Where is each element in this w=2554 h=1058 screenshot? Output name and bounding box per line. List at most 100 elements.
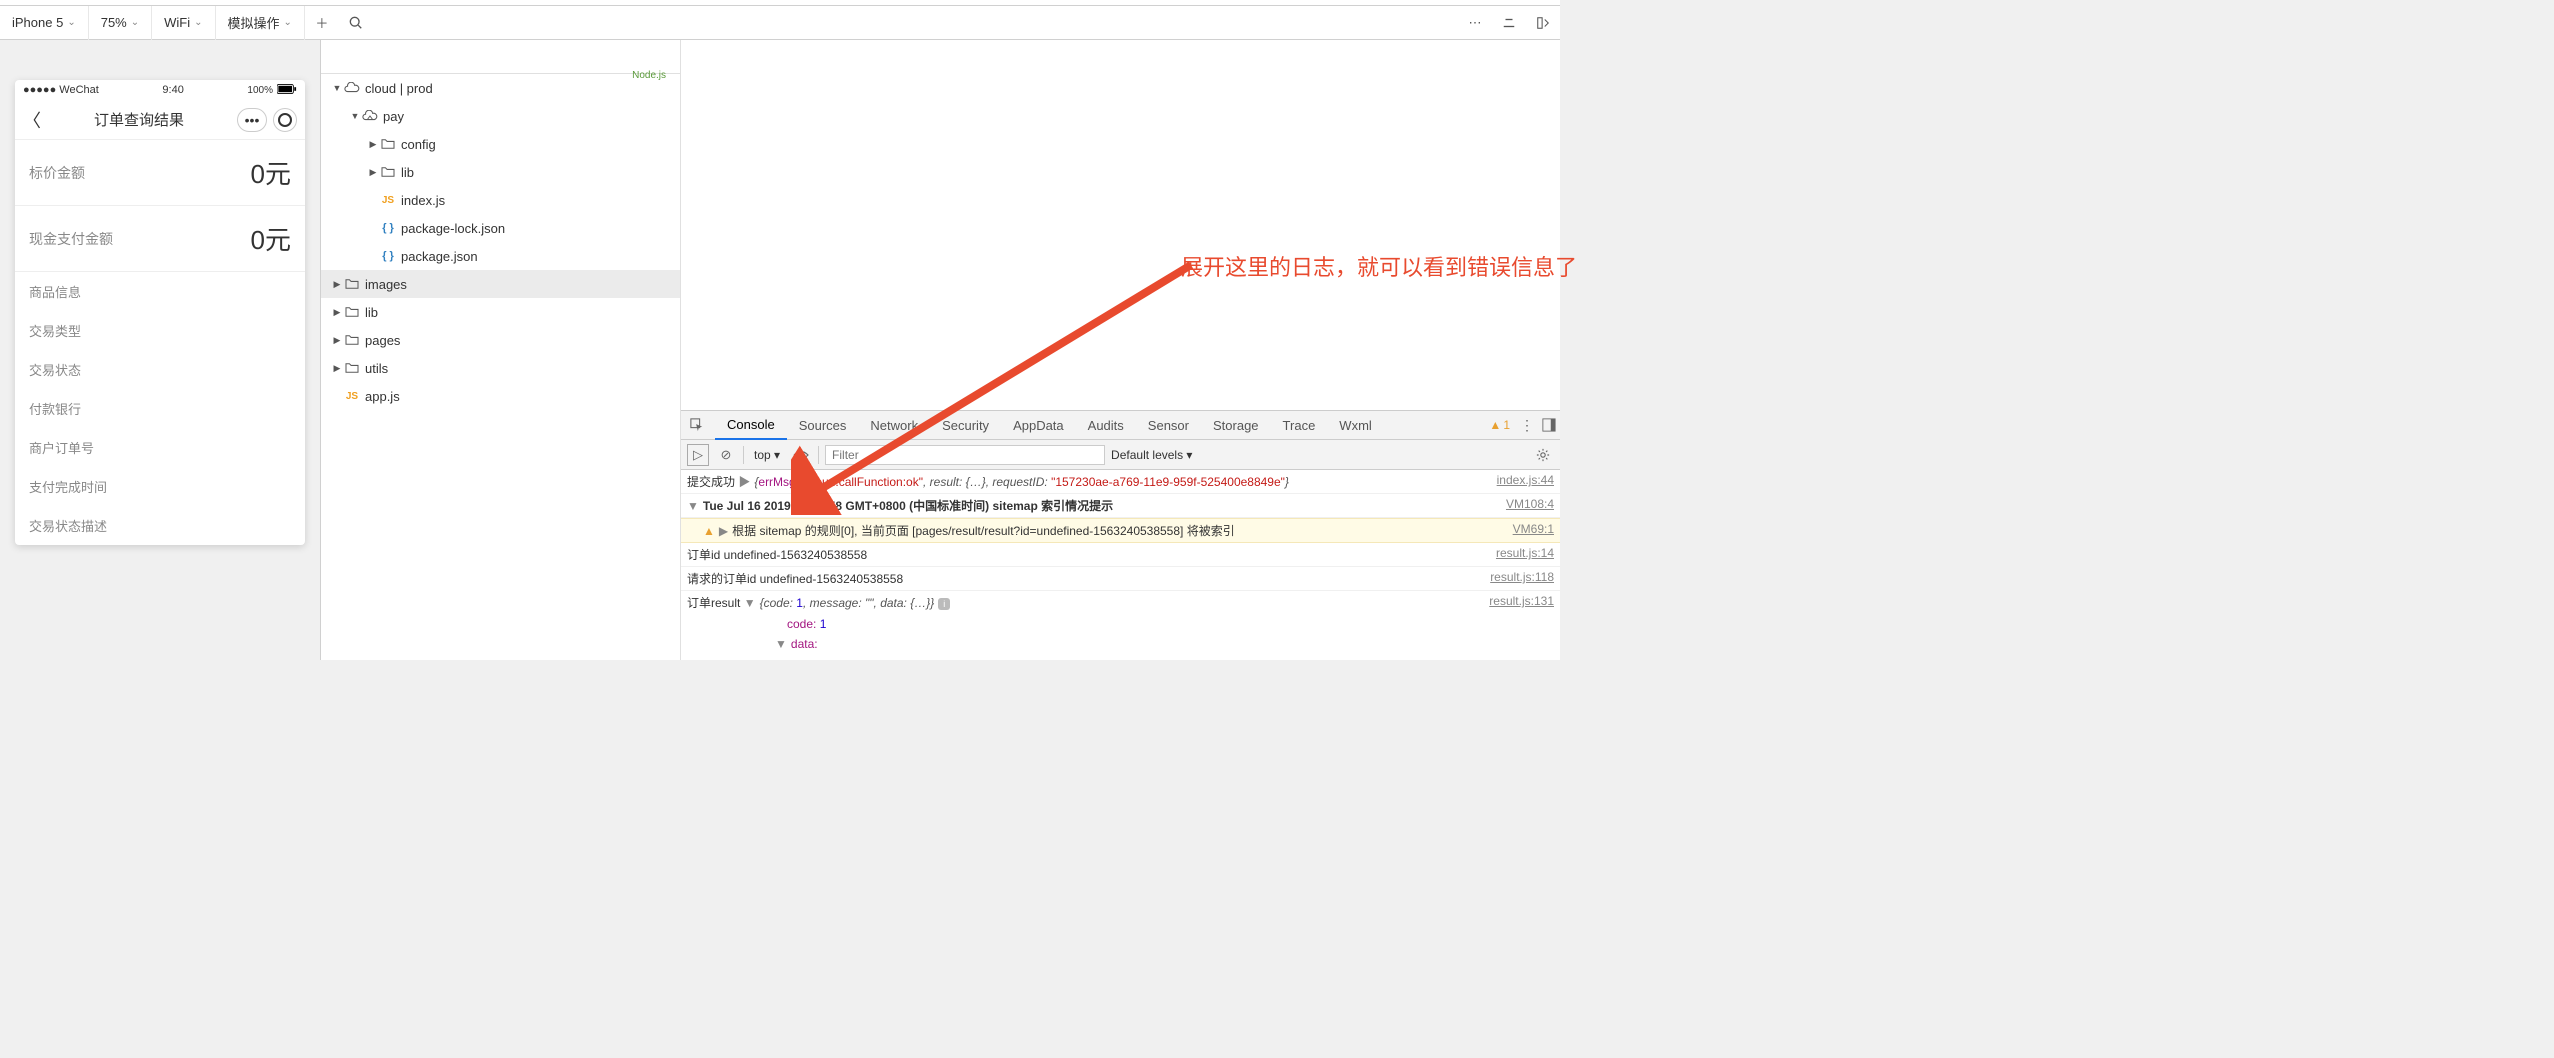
console-row[interactable]: 订单result ▼{code: 1, message: "", data: {… xyxy=(681,591,1560,614)
devtools-tab-trace[interactable]: Trace xyxy=(1271,410,1328,440)
tree-item[interactable]: ▶lib xyxy=(321,298,680,326)
add-tab-button[interactable]: ＋ xyxy=(305,6,339,40)
devtools-tab-security[interactable]: Security xyxy=(930,410,1001,440)
split-icon[interactable] xyxy=(1492,6,1526,40)
console-row[interactable]: 请求的订单id undefined-1563240538558 result.j… xyxy=(681,567,1560,591)
warning-icon: ▲ xyxy=(703,524,715,538)
more-icon[interactable]: ⋯ xyxy=(1458,6,1492,40)
devtools-tab-appdata[interactable]: AppData xyxy=(1001,410,1076,440)
capsule-menu-button[interactable]: ••• xyxy=(237,108,267,132)
editor-area: 展开这里的日志，就可以看到错误信息了 xyxy=(681,40,1560,410)
more-icon[interactable]: ⋮ xyxy=(1516,414,1538,436)
tree-expand-icon[interactable]: ▶ xyxy=(331,279,343,290)
annotation-label: 展开这里的日志，就可以看到错误信息了 xyxy=(1181,250,1577,282)
clear-console-icon[interactable]: ⊘ xyxy=(715,444,737,466)
tree-item[interactable]: JSapp.js xyxy=(321,382,680,410)
devtools-tab-network[interactable]: Network xyxy=(858,410,930,440)
row-label: 现金支付金额 xyxy=(29,229,113,249)
source-link[interactable]: VM108:4 xyxy=(1506,497,1554,511)
devtools-tab-storage[interactable]: Storage xyxy=(1201,410,1271,440)
tree-item[interactable]: ▶lib xyxy=(321,158,680,186)
expand-icon[interactable]: ▶ xyxy=(719,524,728,538)
amount-row: 标价金额0元 xyxy=(15,140,305,206)
expand-icon[interactable]: ▼ xyxy=(687,499,699,513)
devtools-tab-audits[interactable]: Audits xyxy=(1076,410,1136,440)
console-row[interactable]: ▼data: xyxy=(681,634,1560,654)
battery-icon xyxy=(277,84,297,97)
network-selector[interactable]: WiFi⌄ xyxy=(152,6,215,40)
devtools-tab-wxml[interactable]: Wxml xyxy=(1327,410,1384,440)
expand-icon[interactable]: ▼ xyxy=(775,637,787,651)
layout-icon[interactable] xyxy=(1526,6,1560,40)
tree-item[interactable]: ▶pages xyxy=(321,326,680,354)
simulator-panel: ●●●●● WeChat 9:40 100% 〈 订单查询结果 ••• 标价金额… xyxy=(0,40,320,660)
tree-item[interactable]: ▶utils xyxy=(321,354,680,382)
info-icon[interactable]: i xyxy=(938,598,950,610)
console-row[interactable]: 订单id undefined-1563240538558 result.js:1… xyxy=(681,543,1560,567)
devtools-tab-console[interactable]: Console xyxy=(715,410,787,440)
tree-item[interactable]: { }package-lock.json xyxy=(321,214,680,242)
tree-expand-icon[interactable]: ▼ xyxy=(349,111,361,121)
eye-icon[interactable] xyxy=(790,444,812,466)
levels-selector[interactable]: Default levels ▾ xyxy=(1111,448,1192,462)
tree-item[interactable]: JSindex.js xyxy=(321,186,680,214)
tree-item[interactable]: ▼ pay xyxy=(321,102,680,130)
settings-gear-icon[interactable] xyxy=(1532,444,1554,466)
expand-icon[interactable]: ▼ xyxy=(744,596,756,610)
tree-item-label: cloud | prod xyxy=(365,81,433,96)
nodejs-badge: Node.js xyxy=(632,70,666,81)
nav-bar: 〈 订单查询结果 ••• xyxy=(15,100,305,140)
mock-selector[interactable]: 模拟操作⌄ xyxy=(216,6,305,40)
play-icon[interactable]: ▷ xyxy=(687,444,709,466)
folder-icon xyxy=(343,306,361,318)
devtools-tabs: ConsoleSourcesNetworkSecurityAppDataAudi… xyxy=(681,410,1560,440)
device-selector[interactable]: iPhone 5⌄ xyxy=(0,6,89,40)
dock-icon[interactable] xyxy=(1538,414,1560,436)
chevron-down-icon: ⌄ xyxy=(67,17,75,28)
source-link[interactable]: result.js:14 xyxy=(1496,546,1554,560)
explorer-toolbar xyxy=(321,40,680,74)
tree-item-label: package-lock.json xyxy=(401,221,505,236)
console-row[interactable]: code: 1 xyxy=(681,614,1560,634)
phone-preview: ●●●●● WeChat 9:40 100% 〈 订单查询结果 ••• 标价金额… xyxy=(15,80,305,545)
json-icon: { } xyxy=(379,250,397,262)
tree-expand-icon[interactable]: ▶ xyxy=(367,139,379,150)
chevron-down-icon: ⌄ xyxy=(131,17,139,28)
tree-expand-icon[interactable]: ▶ xyxy=(331,363,343,374)
tree-item-label: pay xyxy=(383,109,404,124)
info-row: 交易类型 xyxy=(15,311,305,350)
context-selector[interactable]: top ▾ xyxy=(750,446,784,464)
tree-item[interactable]: { }package.json xyxy=(321,242,680,270)
devtools-tab-sources[interactable]: Sources xyxy=(787,410,859,440)
source-link[interactable]: result.js:131 xyxy=(1489,594,1554,608)
capsule-close-button[interactable] xyxy=(273,108,297,132)
source-link[interactable]: index.js:44 xyxy=(1497,473,1554,487)
source-link[interactable]: result.js:118 xyxy=(1490,570,1554,584)
chevron-down-icon: ⌄ xyxy=(284,17,292,28)
console-row-warning[interactable]: ▲▶根据 sitemap 的规则[0], 当前页面 [pages/result/… xyxy=(681,518,1560,543)
back-button[interactable]: 〈 xyxy=(23,107,41,133)
console-row[interactable]: 提交成功 ▶{errMsg: "cloud.callFunction:ok", … xyxy=(681,470,1560,494)
tree-item[interactable]: ▶images xyxy=(321,270,680,298)
row-value: 0元 xyxy=(251,154,291,191)
tree-expand-icon[interactable]: ▶ xyxy=(331,335,343,346)
tree-item[interactable]: ▼ cloud | prod xyxy=(321,74,680,102)
console-output[interactable]: 提交成功 ▶{errMsg: "cloud.callFunction:ok", … xyxy=(681,470,1560,660)
tree-expand-icon[interactable]: ▼ xyxy=(331,83,343,93)
tree-expand-icon[interactable]: ▶ xyxy=(367,167,379,178)
expand-icon[interactable]: ▶ xyxy=(738,475,750,489)
warning-count[interactable]: ▲ 1 xyxy=(1489,418,1510,432)
amount-row: 现金支付金额 0元 xyxy=(15,206,305,272)
element-picker-icon[interactable] xyxy=(685,413,709,437)
zoom-selector[interactable]: 75%⌄ xyxy=(89,6,152,40)
tree-expand-icon[interactable]: ▶ xyxy=(331,307,343,318)
console-row[interactable]: ▼Tue Jul 16 2019 09:28:58 GMT+0800 (中国标准… xyxy=(681,494,1560,518)
devtools-tab-sensor[interactable]: Sensor xyxy=(1136,410,1201,440)
tree-item-label: index.js xyxy=(401,193,445,208)
source-link[interactable]: VM69:1 xyxy=(1513,522,1554,536)
page-title: 订单查询结果 xyxy=(41,109,237,130)
search-icon[interactable] xyxy=(339,6,373,40)
filter-input[interactable] xyxy=(825,445,1105,465)
row-value: 0元 xyxy=(251,220,291,257)
tree-item[interactable]: ▶config xyxy=(321,130,680,158)
